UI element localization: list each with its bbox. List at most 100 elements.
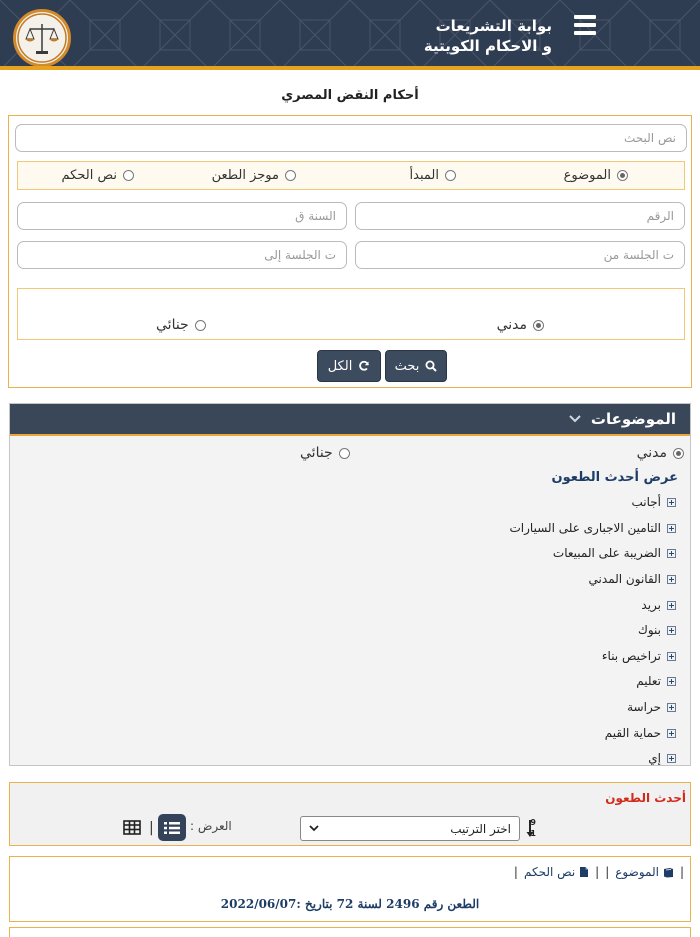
tree-item[interactable]: حماية القيم	[605, 726, 676, 740]
tree-item-label: تعليم	[636, 674, 661, 688]
tree-item[interactable]: تراخيص بناء	[602, 649, 676, 663]
expand-plus-icon[interactable]	[667, 600, 676, 610]
number-input[interactable]	[355, 202, 685, 230]
ruling-title[interactable]: الطعن رقم 2496 لسنة 72 بتاريخ :2022/06/0…	[10, 897, 690, 911]
tree-item[interactable]: بنوك	[638, 623, 676, 637]
topics-body: مدني جنائي عرض أحدث الطعون أجانب التامين…	[10, 438, 690, 765]
latest-rulings-link[interactable]: عرض أحدث الطعون	[552, 470, 679, 485]
tree-item[interactable]: التامين الاجبارى على السيارات	[509, 521, 676, 535]
expand-plus-icon[interactable]	[667, 753, 676, 763]
expand-plus-icon[interactable]	[667, 574, 676, 584]
table-view-button[interactable]	[118, 814, 146, 841]
separator: |	[605, 865, 610, 879]
radio-icon	[194, 319, 206, 331]
scope-radio-summary[interactable]: موجز الطعن	[212, 168, 296, 183]
expand-plus-icon[interactable]	[667, 728, 676, 738]
subject-link[interactable]: الموضوع	[615, 865, 674, 879]
tree-item-label: تراخيص بناء	[601, 649, 661, 663]
radio-selected-icon	[673, 447, 684, 459]
svg-text:1: 1	[530, 829, 536, 838]
radio-selected-icon	[533, 319, 544, 331]
search-scope-group: الموضوع المبدأ موجز الطعن نص الحكم	[17, 161, 685, 190]
tree-item-label: أجانب	[631, 495, 661, 509]
search-form: الموضوع المبدأ موجز الطعن نص الحكم مدني …	[8, 115, 692, 388]
tree-item[interactable]: إي	[648, 751, 676, 765]
hamburger-menu-icon[interactable]	[574, 15, 596, 35]
subject-link-label: الموضوع	[615, 865, 659, 879]
sort-order-select[interactable]: اختر الترتيب	[300, 816, 520, 841]
topics-criminal-radio[interactable]: جنائي	[300, 445, 350, 461]
result-actions: | الموضوع | | نص الحكم |	[514, 865, 684, 879]
tree-item[interactable]: الضريبة على المبيعات	[553, 546, 676, 560]
tree-item-label: بريد	[641, 598, 661, 612]
latest-rulings-panel: أحدث الطعون 9 1 اختر الترتيب العرض : |	[9, 782, 691, 846]
expand-plus-icon[interactable]	[667, 651, 676, 661]
ruling-result-card: | الموضوع | | نص الحكم | الطعن رقم 2496 …	[9, 856, 691, 922]
radio-label: مدني	[636, 445, 667, 461]
expand-plus-icon[interactable]	[667, 523, 676, 533]
tree-item-label: حراسة	[627, 700, 661, 714]
tree-item[interactable]: حراسة	[627, 700, 676, 714]
tree-item-label: التامين الاجبارى على السيارات	[509, 521, 662, 535]
tree-item[interactable]: تعليم	[636, 674, 676, 688]
radio-icon	[445, 170, 456, 181]
expand-plus-icon[interactable]	[667, 676, 676, 686]
ruling-text-link[interactable]: نص الحكم	[524, 865, 589, 879]
tree-item-label: القانون المدني	[588, 572, 661, 586]
show-all-button[interactable]: الكل	[317, 350, 381, 382]
separator: |	[513, 865, 518, 879]
chevron-down-icon	[569, 415, 581, 423]
scope-radio-principle[interactable]: المبدأ	[410, 168, 456, 183]
session-from-input[interactable]	[355, 241, 685, 269]
next-result-card	[9, 927, 691, 937]
search-button[interactable]: بحث	[385, 350, 447, 382]
case-type-group: مدني جنائي	[17, 288, 685, 340]
show-all-button-label: الكل	[327, 358, 353, 374]
site-logo[interactable]	[13, 9, 71, 66]
scales-of-justice-icon	[17, 13, 67, 63]
tree-item[interactable]: أجانب	[631, 495, 676, 509]
radio-label: الموضوع	[563, 168, 611, 183]
separator: |	[679, 865, 684, 879]
case-type-criminal-radio[interactable]: جنائي	[156, 317, 206, 333]
file-icon	[580, 867, 589, 877]
latest-rulings-title: أحدث الطعون	[605, 791, 686, 805]
list-icon	[164, 821, 180, 834]
topics-civil-radio[interactable]: مدني	[637, 445, 684, 461]
expand-plus-icon[interactable]	[667, 625, 676, 635]
tree-item[interactable]: بريد	[641, 598, 676, 612]
tree-item-label: حماية القيم	[604, 726, 661, 740]
topics-panel-header[interactable]: الموضوعات	[10, 404, 690, 436]
radio-label: موجز الطعن	[211, 168, 279, 183]
sort-numeric-icon[interactable]: 9 1	[526, 817, 544, 839]
expand-plus-icon[interactable]	[667, 702, 676, 712]
scope-radio-ruling-text[interactable]: نص الحكم	[62, 168, 134, 183]
view-mode-label: العرض :	[190, 819, 232, 833]
book-icon	[663, 867, 673, 877]
ruling-text-link-label: نص الحكم	[523, 865, 576, 879]
search-icon	[425, 360, 438, 372]
radio-icon	[338, 447, 350, 459]
search-text-input[interactable]	[15, 124, 687, 152]
session-to-input[interactable]	[17, 241, 347, 269]
list-view-button[interactable]	[158, 814, 186, 841]
chevron-down-icon	[309, 825, 319, 832]
expand-plus-icon[interactable]	[667, 548, 676, 558]
search-button-label: بحث	[394, 358, 420, 374]
year-input[interactable]	[17, 202, 347, 230]
topics-panel: الموضوعات مدني جنائي عرض أحدث الطعون أجا…	[9, 403, 691, 766]
expand-plus-icon[interactable]	[667, 497, 676, 507]
radio-selected-icon	[617, 170, 628, 181]
view-separator: |	[149, 820, 154, 836]
site-brand[interactable]: بوابة التشريعات و الاحكام الكويتية	[424, 16, 552, 56]
separator: |	[595, 865, 600, 879]
tree-item-label: الضريبة على المبيعات	[552, 546, 661, 560]
svg-text:9: 9	[530, 818, 536, 827]
tree-item-label: بنوك	[637, 623, 661, 637]
case-type-civil-radio[interactable]: مدني	[497, 317, 544, 333]
scope-radio-subject[interactable]: الموضوع	[564, 168, 628, 183]
sort-select-value: اختر الترتيب	[450, 821, 511, 836]
tree-item-label: إي	[648, 751, 661, 765]
tree-item[interactable]: القانون المدني	[589, 572, 676, 586]
refresh-icon	[359, 360, 370, 371]
